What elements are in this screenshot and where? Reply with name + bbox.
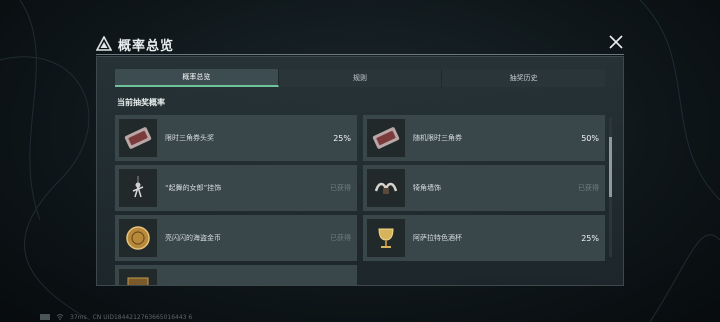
item-thumbnail — [367, 119, 405, 157]
reward-item[interactable]: 阿萨拉特色酒杯 25% — [363, 215, 605, 261]
reward-item[interactable]: 随机限时三角券 50% — [363, 115, 605, 161]
gold-coin-icon — [126, 226, 150, 250]
tab-rules[interactable]: 规则 — [279, 69, 443, 87]
item-icon — [127, 277, 149, 285]
wifi-icon — [56, 314, 64, 320]
item-thumbnail — [367, 219, 405, 257]
reward-item[interactable]: 限时三角券头奖 25% — [115, 115, 357, 161]
dancer-charm-icon — [132, 176, 144, 198]
item-obtained-label: 已获得 — [330, 234, 351, 242]
item-thumbnail — [119, 169, 157, 207]
item-name: 随机限时三角券 — [413, 134, 462, 142]
item-name: 限时三角券头奖 — [165, 134, 214, 142]
delta-logo-icon — [96, 36, 112, 51]
item-thumbnail — [119, 219, 157, 257]
tab-draw-history[interactable]: 抽奖历史 — [442, 69, 605, 87]
title-divider — [96, 54, 624, 55]
item-probability: 25% — [581, 233, 599, 243]
item-name: 阿萨拉特色酒杯 — [413, 234, 462, 242]
reward-item[interactable]: 亮闪闪的海盗金币 已获得 — [115, 215, 357, 261]
item-probability: 25% — [333, 133, 351, 143]
item-thumbnail — [119, 269, 157, 285]
goblet-icon — [378, 228, 394, 248]
tab-probability-overview[interactable]: 概率总览 — [115, 69, 279, 87]
item-obtained-label: 已获得 — [330, 184, 351, 192]
tab-bar: 概率总览 规则 抽奖历史 — [115, 69, 605, 87]
horn-decor-icon — [374, 182, 398, 194]
item-thumbnail — [367, 169, 405, 207]
uid-text: CN UID1844212763665016443 6 — [92, 313, 193, 321]
ticket-icon — [372, 127, 400, 149]
item-name: “起舞的女郎”挂饰 — [165, 184, 222, 192]
item-obtained-label: 已获得 — [578, 184, 599, 192]
reward-grid: 限时三角券头奖 25% 随机限时三角券 50% “起舞的女郎”挂饰 已获得 犄角… — [115, 115, 605, 285]
item-name: 犄角墙饰 — [413, 184, 441, 192]
reward-item[interactable]: 犄角墙饰 已获得 — [363, 165, 605, 211]
scrollbar-thumb[interactable] — [609, 137, 612, 197]
probability-panel: 概率总览 规则 抽奖历史 当前抽奖概率 限时三角券头奖 25% 随机限时三角券 … — [96, 56, 624, 286]
item-thumbnail — [119, 119, 157, 157]
battery-icon — [40, 314, 50, 320]
status-bar: 37ms CN UID1844212763665016443 6 — [40, 312, 192, 322]
ping-text: 37ms — [70, 313, 87, 321]
reward-item[interactable]: “起舞的女郎”挂饰 已获得 — [115, 165, 357, 211]
ticket-icon — [124, 127, 152, 149]
scrollbar[interactable] — [609, 117, 612, 257]
reward-item[interactable] — [115, 265, 357, 285]
item-name: 亮闪闪的海盗金币 — [165, 234, 221, 242]
section-title: 当前抽奖概率 — [117, 98, 165, 107]
close-icon[interactable] — [608, 34, 624, 50]
dialog-title-text: 概率总览 — [118, 38, 175, 54]
dialog-title: 概率总览 — [96, 34, 174, 54]
item-probability: 50% — [581, 133, 599, 143]
